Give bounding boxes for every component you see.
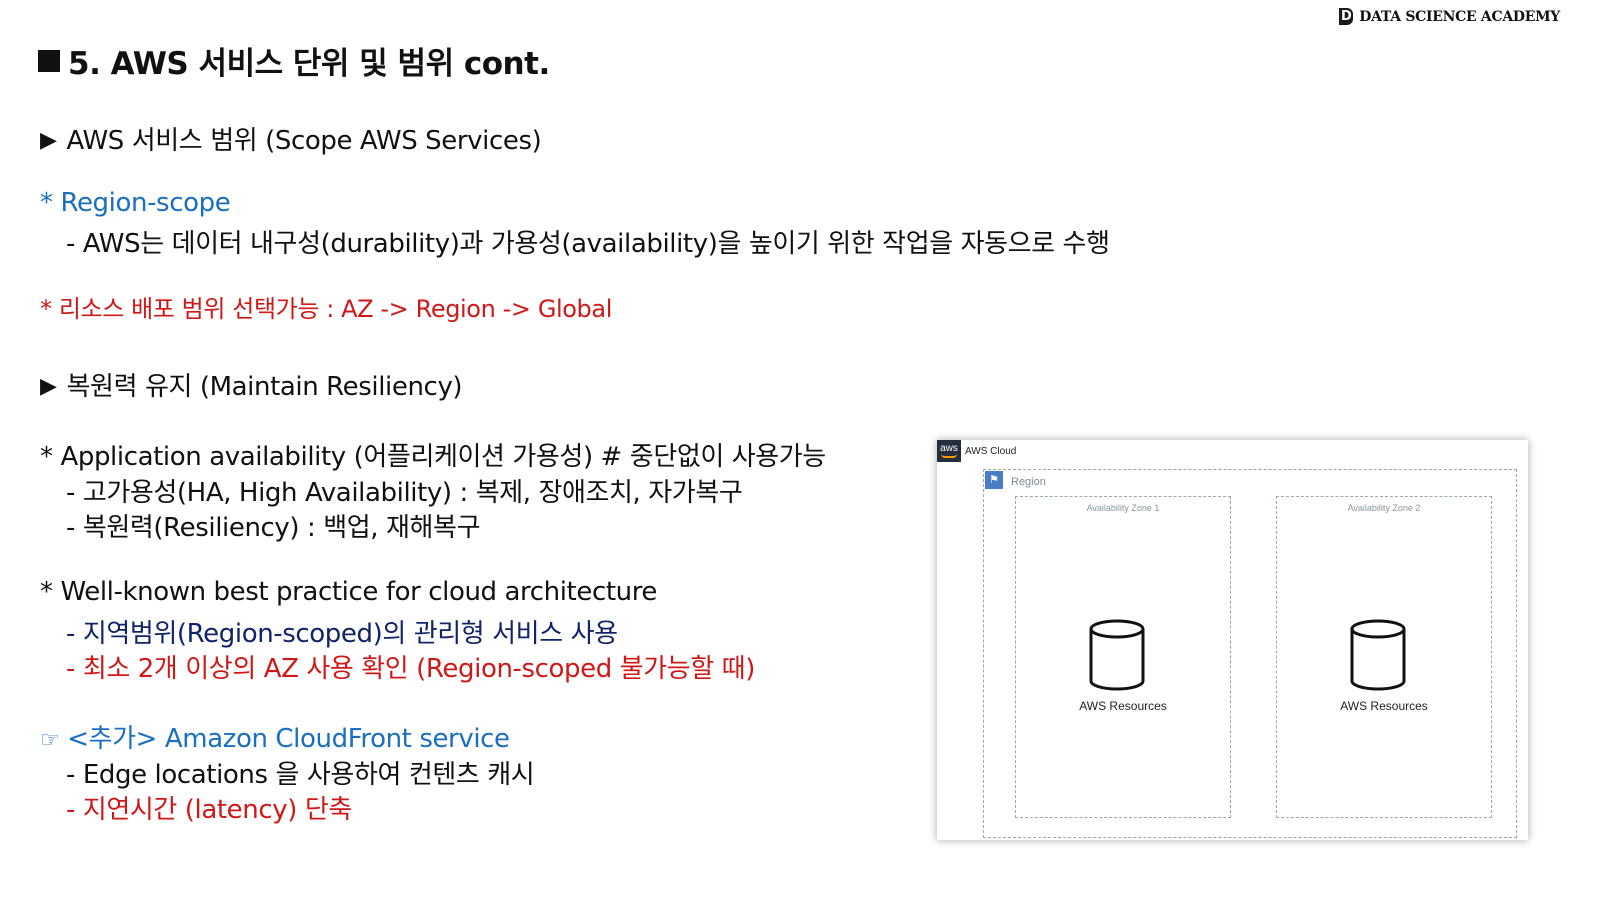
aws-cloud-header: aws AWS Cloud xyxy=(937,440,1016,462)
slide-title-text: 5. AWS 서비스 단위 및 범위 cont. xyxy=(68,46,550,82)
region-flag-icon: ⚑ xyxy=(985,471,1003,489)
ha-line: - 고가용성(HA, High Availability) : 복제, 장애조치… xyxy=(66,478,743,508)
pointing-hand-icon: ☞ xyxy=(40,728,60,753)
deploy-scope-note: * 리소스 배포 범위 선택가능 : AZ -> Region -> Globa… xyxy=(40,295,612,323)
best-practice-item-2: - 최소 2개 이상의 AZ 사용 확인 (Region-scoped 불가능할… xyxy=(66,654,755,684)
cloudfront-item-2: - 지연시간 (latency) 단축 xyxy=(66,795,352,825)
az-label: Availability Zone 2 xyxy=(1347,503,1421,513)
triangle-arrow-icon: ▶ xyxy=(40,374,57,399)
region-scope-description: - AWS는 데이터 내구성(durability)과 가용성(availabi… xyxy=(66,229,1110,259)
resource-label: AWS Resources xyxy=(1079,699,1167,713)
availability-zone-2: Availability Zone 2 AWS Resources xyxy=(1276,496,1492,818)
az-label: Availability Zone 1 xyxy=(1086,503,1160,513)
brand-name: DATA SCIENCE ACADEMY xyxy=(1359,8,1560,25)
cloudfront-item-1: - Edge locations 을 사용하여 컨텐츠 캐시 xyxy=(66,760,535,790)
aws-cloud-label: AWS Cloud xyxy=(965,445,1017,457)
app-availability-line: * Application availability (어플리케이션 가용성) … xyxy=(40,442,826,472)
aws-logo-icon: aws xyxy=(937,440,961,462)
aws-architecture-diagram: aws AWS Cloud ⚑ Region Availability Zone… xyxy=(937,440,1528,840)
region-scope-label: * Region-scope xyxy=(40,188,231,218)
triangle-arrow-icon: ▶ xyxy=(40,128,57,153)
resiliency-header: ▶ 복원력 유지 (Maintain Resiliency) xyxy=(40,372,463,402)
scope-header: ▶ AWS 서비스 범위 (Scope AWS Services) xyxy=(40,126,542,156)
resource-label: AWS Resources xyxy=(1340,699,1428,713)
database-cylinder-icon xyxy=(1089,619,1145,691)
best-practice-item-1: - 지역범위(Region-scoped)의 관리형 서비스 사용 xyxy=(66,619,618,649)
brand-logo-icon: D xyxy=(1339,8,1354,25)
region-label: Region xyxy=(1011,476,1046,488)
brand-header: D DATA SCIENCE ACADEMY xyxy=(1339,8,1560,25)
cloudfront-header: ☞ <추가> Amazon CloudFront service xyxy=(40,724,510,754)
square-bullet-icon xyxy=(38,49,60,72)
availability-zone-1: Availability Zone 1 AWS Resources xyxy=(1015,496,1231,818)
database-cylinder-icon xyxy=(1350,619,1406,691)
resiliency-line: - 복원력(Resiliency) : 백업, 재해복구 xyxy=(66,513,481,543)
best-practice-line: * Well-known best practice for cloud arc… xyxy=(40,577,658,607)
slide-title: 5. AWS 서비스 단위 및 범위 cont. xyxy=(38,38,550,83)
